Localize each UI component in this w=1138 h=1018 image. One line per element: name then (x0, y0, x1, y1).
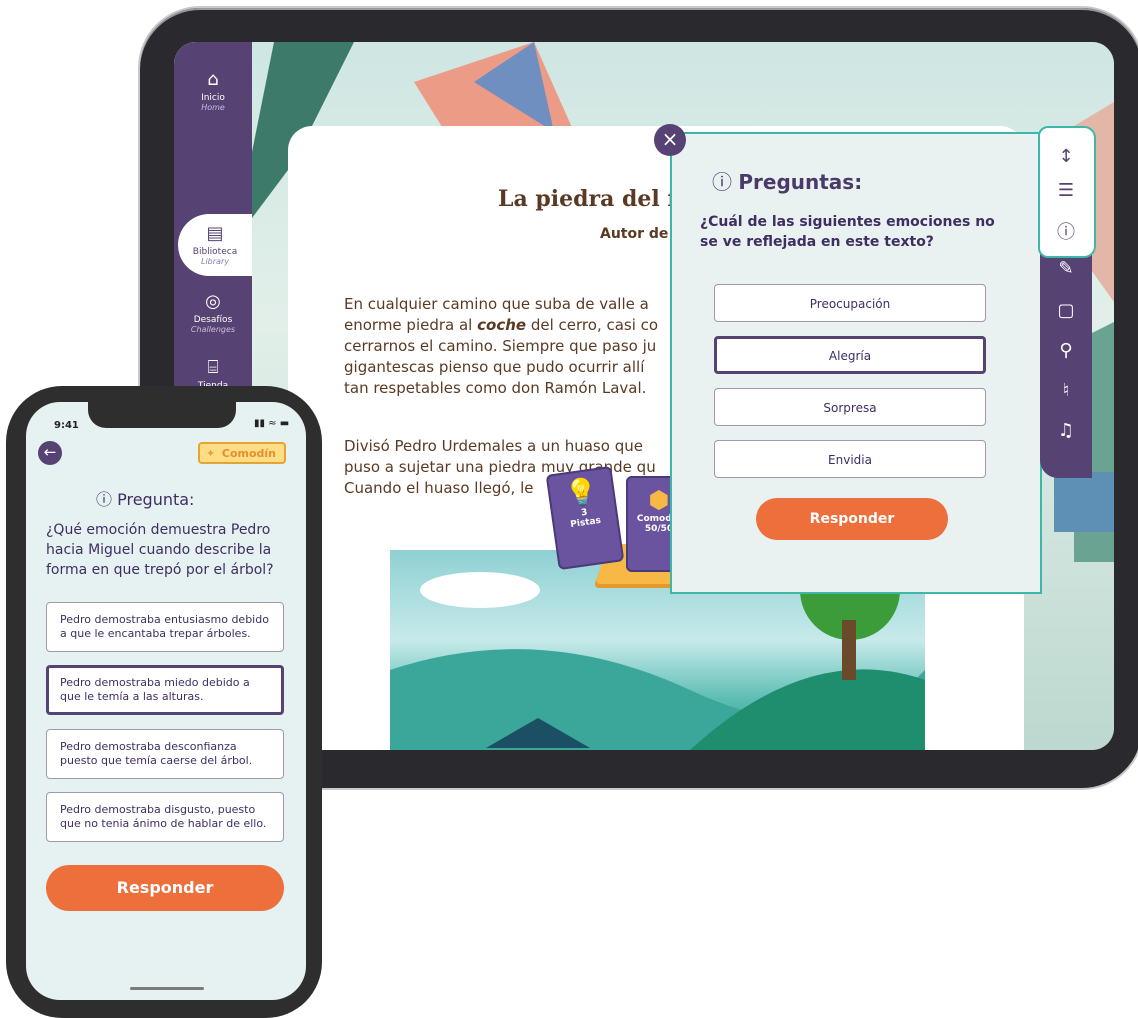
text-size-icon[interactable]: ↕ (1040, 146, 1092, 167)
story-author: Autor de (600, 226, 669, 242)
answer-option[interactable]: Envidia (714, 440, 986, 478)
nav-inicio[interactable]: ⌂ Inicio Home (174, 69, 252, 113)
home-indicator (130, 987, 204, 990)
text-span: enorme piedra al (344, 316, 473, 334)
pistas-card[interactable]: 💡 3 Pistas (545, 465, 625, 571)
settings-icon[interactable]: ☰ (1040, 180, 1092, 201)
phone-answer-option[interactable]: Pedro demostraba entusiasmo debido a que… (46, 602, 284, 652)
tools-top-group: ↕ ☰ ⓘ (1038, 126, 1096, 258)
nav-sublabel: Home (201, 103, 225, 112)
target-icon: ◎ (205, 291, 221, 312)
question-text: ¿Cuál de las siguientes emociones no se … (700, 214, 995, 250)
phone-question-title: ⓘ Pregunta: (96, 486, 194, 510)
comodin-label: Comodín (221, 447, 276, 460)
text-span: del cerro, casi co (526, 316, 659, 334)
ticket-icon: ✦ (206, 447, 216, 460)
phone-answer-option-selected[interactable]: Pedro demostraba miedo debido a que le t… (46, 665, 284, 715)
phone-answer-option[interactable]: Pedro demostraba desconfianza puesto que… (46, 729, 284, 779)
questions-panel: ⓘ Preguntas: ¿Cuál de las siguientes emo… (670, 132, 1042, 594)
text-line: cerrarnos el camino. Siempre que paso ju (344, 337, 657, 355)
search-icon[interactable]: ⚲ (1040, 340, 1092, 361)
nav-label: Biblioteca (192, 247, 238, 257)
question-icon[interactable]: ⓘ (1040, 218, 1092, 244)
nav-sublabel: Library (201, 257, 229, 266)
question-icon: ⓘ (712, 170, 739, 194)
story-paragraph-1: En cualquier camino que suba de valle a … (344, 294, 658, 399)
questions-title-text: Preguntas: (738, 170, 863, 194)
comodin-button[interactable]: ✦ Comodín (198, 442, 286, 464)
text-line: Divisó Pedro Urdemales a un huaso que (344, 437, 643, 455)
nav-desafios[interactable]: ◎ Desafíos Challenges (174, 291, 252, 335)
story-title: La piedra del fi (498, 186, 684, 212)
text-line: enorme piedra al coche del cerro, casi c… (344, 315, 658, 336)
phone-question-text: ¿Qué emoción demuestra Pedro hacia Migue… (46, 522, 274, 578)
music-icon[interactable]: ♫ (1040, 420, 1092, 441)
text-line: En cualquier camino que suba de valle a (344, 295, 649, 313)
text-line: gigantescas pienso que pudo ocurrir allí (344, 358, 645, 376)
question-icon: ⓘ (96, 490, 118, 509)
microphone-icon[interactable]: ♮ (1040, 380, 1092, 401)
nav-biblioteca[interactable]: ▤ Biblioteca Library (178, 214, 252, 276)
highlighted-word[interactable]: coche (477, 316, 526, 334)
phone-answer-option[interactable]: Pedro demostraba disgusto, puesto que no… (46, 792, 284, 842)
answer-option-selected[interactable]: Alegría (714, 336, 986, 374)
nav-sublabel: Challenges (190, 325, 236, 334)
submit-button[interactable]: Responder (756, 498, 948, 540)
status-time: 9:41 (54, 420, 79, 431)
phone-submit-button[interactable]: Responder (46, 865, 284, 911)
pencil-icon[interactable]: ✎ (1040, 258, 1092, 279)
tools-sidebar: ✎ ▢ ⚲ ♮ ♫ (1040, 244, 1092, 478)
back-arrow-icon[interactable]: ← (38, 441, 62, 465)
answer-option[interactable]: Preocupación (714, 284, 986, 322)
phone-notch (88, 402, 236, 428)
text-line: tan respetables como don Ramón Laval. (344, 379, 647, 397)
nav-label: Desafíos (193, 315, 233, 325)
close-icon[interactable]: × (654, 124, 686, 156)
book-icon: ▤ (206, 223, 224, 244)
nav-label: Inicio (201, 93, 225, 103)
answer-option[interactable]: Sorpresa (714, 388, 986, 426)
store-icon: ⌸ (207, 357, 219, 378)
questions-title: ⓘ Preguntas: (712, 166, 862, 195)
phone-question-title-text: Pregunta: (117, 490, 195, 509)
note-icon[interactable]: ▢ (1040, 300, 1092, 321)
signal-wifi-battery-icon: ▮▮ ≈ ▬ (254, 418, 290, 429)
home-icon: ⌂ (207, 69, 219, 90)
